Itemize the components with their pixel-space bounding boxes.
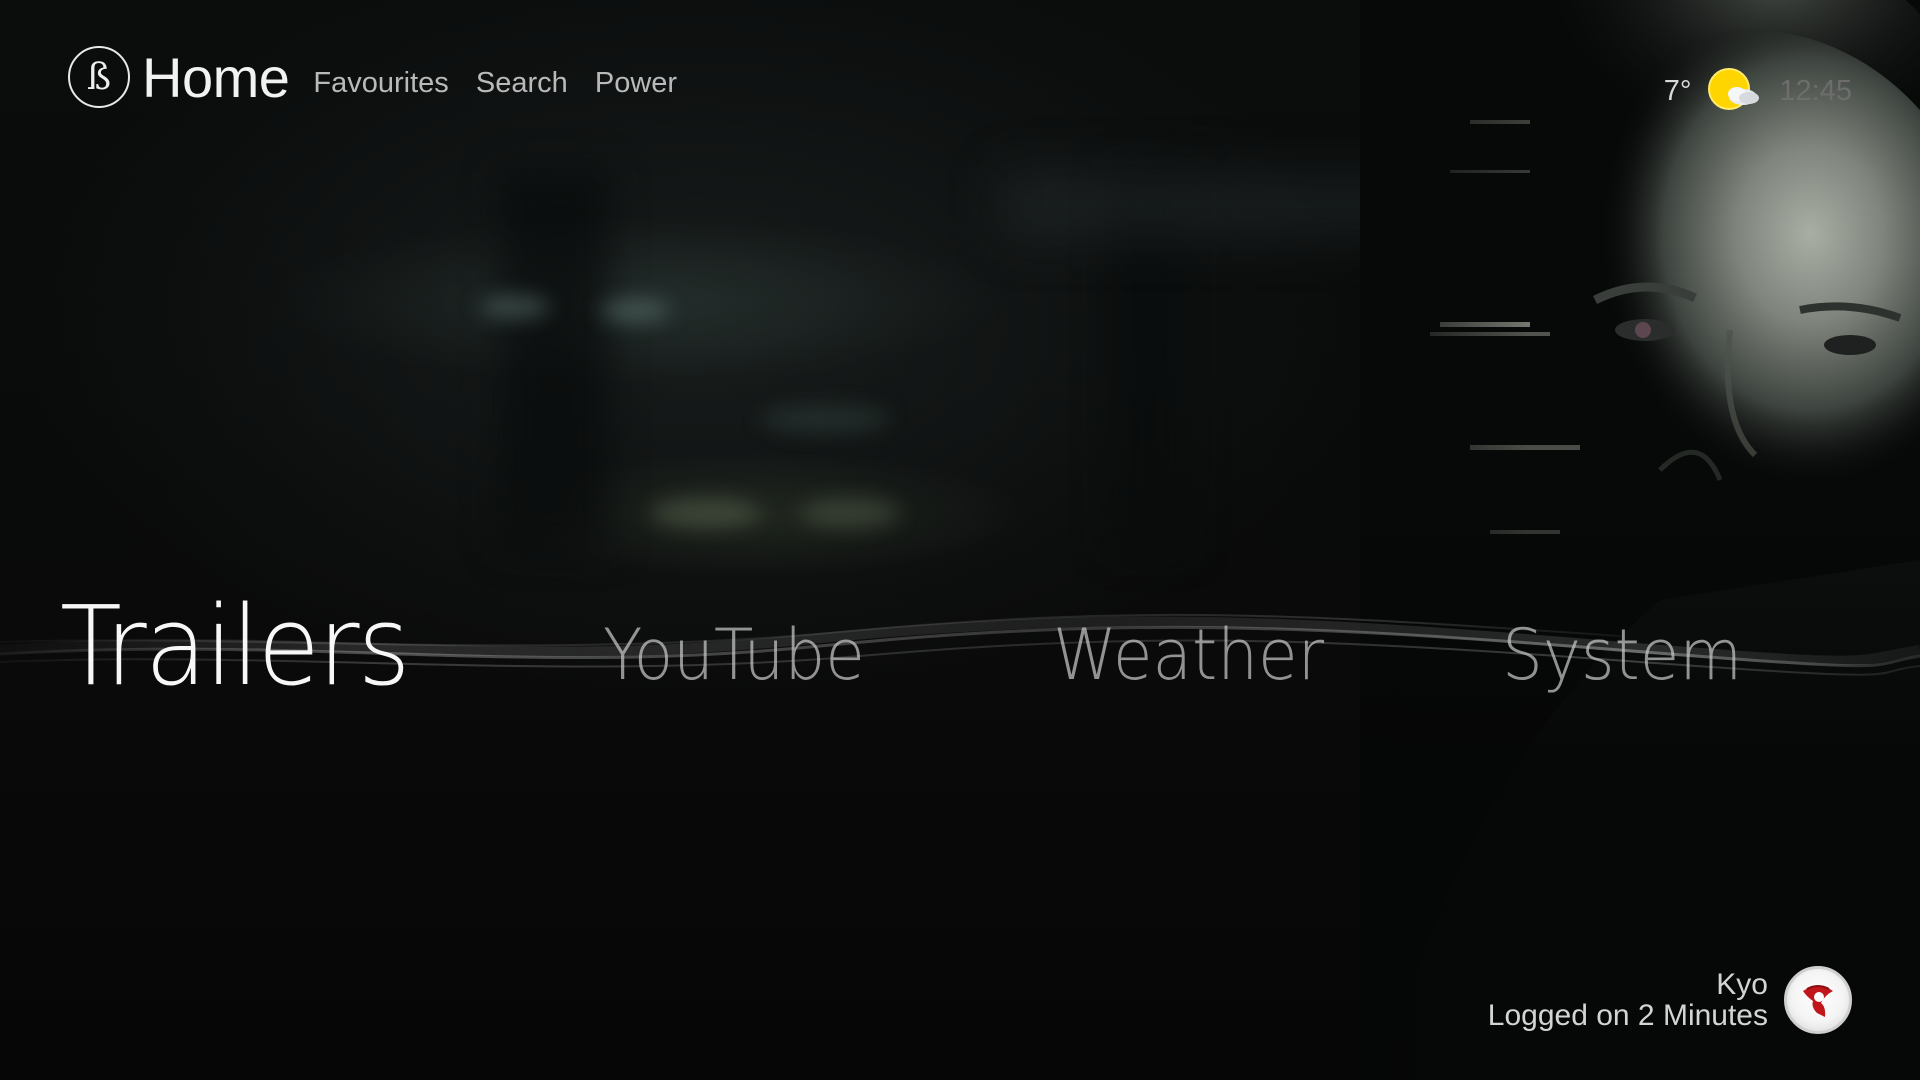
beta-logo-icon[interactable]: ß xyxy=(68,46,130,108)
status-area: 7° 12:45 xyxy=(1664,66,1852,116)
menu-item-trailers[interactable]: Trailers xyxy=(60,582,411,710)
user-info: Kyo Logged on 2 Minutes xyxy=(1488,969,1768,1031)
page-title: Home xyxy=(142,45,290,109)
background-light xyxy=(760,405,890,433)
clock: 12:45 xyxy=(1779,74,1852,107)
main-menu: Trailers YouTube Weather System xyxy=(0,560,1920,720)
background-light xyxy=(650,498,760,528)
home-screen: ß Home Favourites Search Power 7° 12:45 … xyxy=(0,0,1920,1080)
background-light xyxy=(480,296,550,318)
background-light xyxy=(800,498,900,528)
user-profile[interactable]: Kyo Logged on 2 Minutes xyxy=(1488,966,1852,1034)
top-bar: ß Home Favourites Search Power xyxy=(68,44,699,110)
avatar[interactable] xyxy=(1784,966,1852,1034)
background-light xyxy=(600,300,670,322)
partly-cloudy-icon xyxy=(1708,68,1760,110)
user-emblem-icon xyxy=(1803,985,1833,1017)
temperature-readout: 7° xyxy=(1663,74,1692,107)
nav-favourites-link[interactable]: Favourites xyxy=(313,67,448,99)
top-nav: Favourites Search Power xyxy=(313,61,699,99)
user-name: Kyo xyxy=(1716,968,1768,1001)
session-duration: Logged on 2 Minutes xyxy=(1487,999,1768,1032)
menu-item-youtube[interactable]: YouTube xyxy=(603,614,865,696)
nav-power-link[interactable]: Power xyxy=(595,67,677,99)
menu-item-system[interactable]: System xyxy=(1502,614,1742,696)
menu-item-weather[interactable]: Weather xyxy=(1053,614,1324,696)
logo-glyph: ß xyxy=(86,56,112,98)
background-pillar xyxy=(500,170,610,550)
fanart-portrait-image xyxy=(1360,0,1920,1080)
nav-search-link[interactable]: Search xyxy=(476,67,568,99)
